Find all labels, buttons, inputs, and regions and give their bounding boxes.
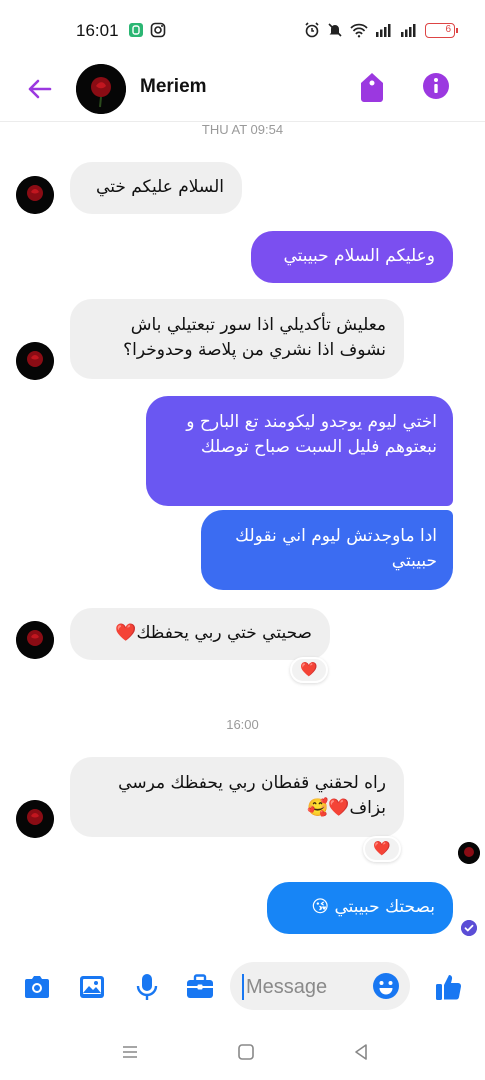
briefcase-icon[interactable] xyxy=(185,972,215,1002)
seen-avatar xyxy=(458,842,480,864)
mute-icon xyxy=(328,23,342,37)
message-bubble-received[interactable]: راه لحقني قفطان ربي يحفظك مرسي بزاف❤️🥰 xyxy=(70,757,404,837)
message-bubble-sent[interactable]: بصحتك حبيبتي 😘 xyxy=(267,882,453,934)
signal-icon xyxy=(401,24,416,37)
delivered-check-icon xyxy=(461,920,477,936)
back-icon[interactable] xyxy=(351,1042,371,1062)
message-bubble-sent[interactable]: وعليكم السلام حبيبتي xyxy=(251,231,453,283)
message-bubble-sent[interactable]: ادا ماوجدتش ليوم اني نقولك حبيبتي xyxy=(201,510,453,590)
tag-icon[interactable] xyxy=(358,71,386,103)
alarm-icon xyxy=(305,22,319,38)
wifi-icon xyxy=(350,23,368,38)
emoji-icon[interactable] xyxy=(372,972,400,1000)
contact-name[interactable]: Meriem xyxy=(140,76,207,98)
signal-icon xyxy=(376,24,391,37)
message-composer xyxy=(0,958,485,1018)
instagram-icon xyxy=(150,22,166,38)
thumbs-up-icon[interactable] xyxy=(434,972,464,1002)
conversation-header: Meriem xyxy=(0,62,485,122)
message-bubble-received[interactable]: معليش تأكديلي اذا سور تبعتيلي باش نشوف ا… xyxy=(70,299,404,379)
status-time: 16:01 xyxy=(76,21,119,40)
home-icon[interactable] xyxy=(236,1042,256,1062)
message-bubble-received[interactable]: السلام عليكم ختي xyxy=(70,162,242,214)
info-icon[interactable] xyxy=(422,72,450,100)
message-field[interactable] xyxy=(230,962,410,1010)
message-bubble-received[interactable]: صحيتي ختي ربي يحفظك❤️ xyxy=(70,608,330,660)
contact-avatar-small xyxy=(16,176,54,214)
back-arrow-icon[interactable] xyxy=(24,74,54,104)
system-navigation-bar xyxy=(0,1030,485,1080)
battery-icon: 6 xyxy=(425,22,458,38)
status-bar: 16:01 6 xyxy=(0,0,485,62)
microphone-icon[interactable] xyxy=(132,972,162,1002)
contact-avatar-small xyxy=(16,342,54,380)
message-input[interactable] xyxy=(242,974,367,1000)
whatsapp-icon xyxy=(129,23,143,37)
contact-avatar[interactable] xyxy=(76,64,126,114)
date-separator: THU AT 09:54 xyxy=(201,122,284,137)
camera-icon[interactable] xyxy=(22,972,52,1002)
contact-avatar-small xyxy=(16,800,54,838)
heart-reaction[interactable]: ❤️ xyxy=(363,836,401,862)
time-separator: 16:00 xyxy=(226,717,259,732)
heart-reaction[interactable]: ❤️ xyxy=(290,657,328,683)
menu-icon[interactable] xyxy=(120,1042,140,1062)
contact-avatar-small xyxy=(16,621,54,659)
message-bubble-sent[interactable]: اختي ليوم يوجدو ليكومند تع البارح و نبعت… xyxy=(146,396,453,506)
image-icon[interactable] xyxy=(77,972,107,1002)
